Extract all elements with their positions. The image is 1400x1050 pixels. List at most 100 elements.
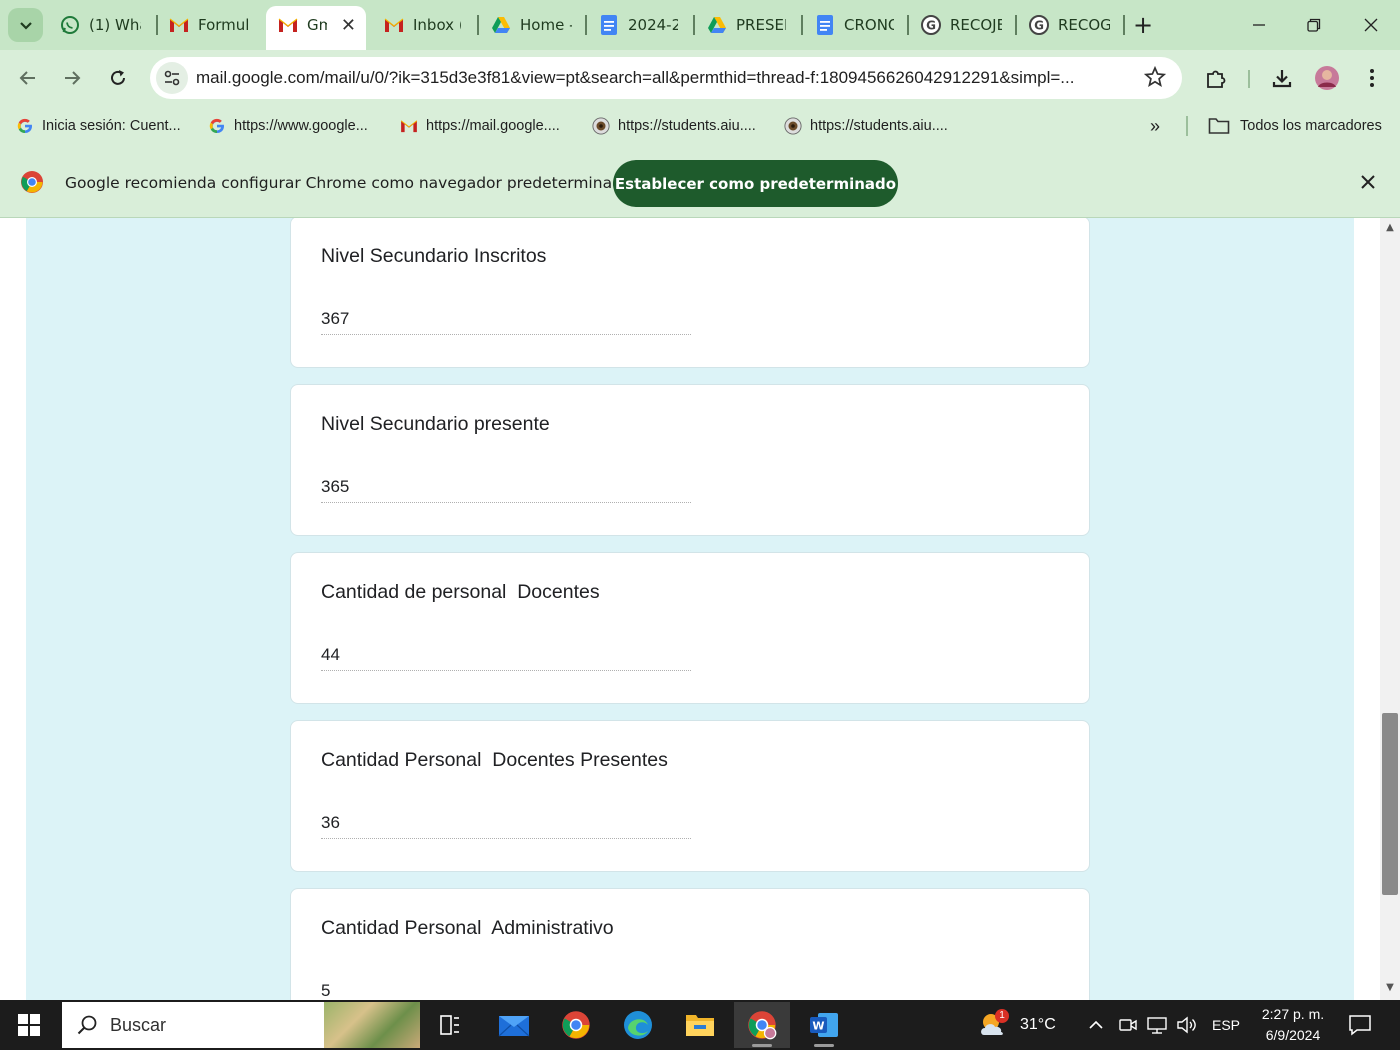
notification-icon xyxy=(1349,1015,1371,1036)
back-button[interactable] xyxy=(10,60,46,96)
tab-presente[interactable]: PRESENTE xyxy=(695,8,801,42)
close-icon xyxy=(1361,175,1375,189)
tab-label: Home - xyxy=(520,16,572,34)
form-question-card: Nivel Secundario Inscritos 367 xyxy=(290,218,1090,368)
task-view-button[interactable] xyxy=(422,1002,478,1048)
question-title: Cantidad Personal Administrativo xyxy=(321,917,614,939)
taskbar-chrome[interactable] xyxy=(548,1002,604,1048)
gmail-icon xyxy=(384,15,404,35)
downloads-button[interactable] xyxy=(1266,62,1298,94)
profile-avatar[interactable] xyxy=(1311,62,1343,94)
scroll-down-icon[interactable]: ▼ xyxy=(1384,982,1396,994)
docs-icon xyxy=(815,15,835,35)
bookmark-item[interactable]: https://students.aiu.... xyxy=(592,114,756,138)
tab-search-button[interactable] xyxy=(8,8,43,42)
question-title: Nivel Secundario presente xyxy=(321,413,550,435)
scrollbar-thumb[interactable] xyxy=(1382,713,1398,895)
clock-time: 2:27 p. m. xyxy=(1261,1006,1325,1022)
tab-label: PRESENTE xyxy=(736,16,786,34)
answer-value: 5 xyxy=(321,981,331,1000)
system-clock[interactable]: 2:27 p. m. 6/9/2024 xyxy=(1248,1004,1338,1046)
forward-button[interactable] xyxy=(54,60,90,96)
taskbar-search[interactable]: Buscar xyxy=(62,1002,420,1048)
close-tab-icon[interactable]: ✕ xyxy=(341,15,356,36)
svg-text:G: G xyxy=(1034,19,1044,33)
bookmarks-divider xyxy=(1186,116,1188,136)
tab-cronograma[interactable]: CRONOGRAMA xyxy=(803,8,907,42)
tab-inbox[interactable]: Inbox ( xyxy=(372,8,476,42)
tab-home-drive[interactable]: Home - xyxy=(479,8,585,42)
restore-button[interactable] xyxy=(1289,8,1339,42)
chevron-down-icon xyxy=(19,22,32,30)
tab-recoje[interactable]: G RECOJE xyxy=(909,8,1015,42)
kebab-menu-icon xyxy=(1370,69,1374,87)
language-indicator[interactable]: ESP xyxy=(1212,1017,1240,1033)
site-info-icon[interactable] xyxy=(156,62,188,94)
weather-badge: 1 xyxy=(995,1009,1009,1023)
bookmark-item[interactable]: https://students.aiu.... xyxy=(784,114,948,138)
bookmark-item[interactable]: https://www.google... xyxy=(208,114,368,138)
set-default-button[interactable]: Establecer como predeterminado xyxy=(613,160,898,207)
notifications-button[interactable] xyxy=(1348,1013,1372,1041)
volume-icon[interactable] xyxy=(1176,1015,1198,1039)
tab-docs-2024[interactable]: 2024-2025 xyxy=(587,8,693,42)
reload-icon xyxy=(111,70,125,85)
task-view-icon xyxy=(440,1015,459,1035)
new-tab-button[interactable]: + xyxy=(1128,10,1158,40)
extensions-button[interactable] xyxy=(1200,62,1232,94)
bookmark-item[interactable]: Inicia sesión: Cuent... xyxy=(16,114,181,138)
clock-date: 6/9/2024 xyxy=(1265,1027,1321,1043)
minimize-button[interactable] xyxy=(1234,8,1284,42)
bookmark-label: https://mail.google.... xyxy=(426,118,560,134)
tab-gmail-active[interactable]: Gmail ✕ xyxy=(266,6,366,50)
taskbar-word[interactable]: W xyxy=(796,1002,852,1048)
bookmark-label: https://students.aiu.... xyxy=(810,118,948,134)
google-icon xyxy=(16,117,34,135)
tab-separator xyxy=(1123,15,1125,35)
start-button[interactable] xyxy=(18,1014,40,1036)
star-icon[interactable] xyxy=(1143,65,1167,92)
taskbar-chrome-active[interactable] xyxy=(734,1002,790,1048)
browser-toolbar: mail.google.com/mail/u/0/?ik=315d3e3f81&… xyxy=(0,50,1400,106)
taskbar-mail[interactable] xyxy=(486,1002,542,1048)
edge-icon xyxy=(624,1011,652,1039)
tab-formulario[interactable]: Formulario xyxy=(157,8,265,42)
bookmark-item[interactable]: https://mail.google.... xyxy=(400,114,560,138)
taskbar-edge[interactable] xyxy=(610,1002,666,1048)
page-scrollbar[interactable]: ▲ ▼ xyxy=(1380,218,1400,1000)
answer-value: 367 xyxy=(321,309,691,335)
tab-label: Inbox ( xyxy=(413,16,461,34)
form-question-card: Cantidad Personal Administrativo 5 xyxy=(290,888,1090,1000)
weather-temp: 31°C xyxy=(1020,1016,1056,1033)
close-infobar-button[interactable] xyxy=(1354,168,1382,196)
address-bar[interactable]: mail.google.com/mail/u/0/?ik=315d3e3f81&… xyxy=(150,57,1182,99)
form-question-card: Cantidad Personal Docentes Presentes 36 xyxy=(290,720,1090,872)
form-question-card: Nivel Secundario presente 365 xyxy=(290,384,1090,536)
more-bookmarks-button[interactable]: » xyxy=(1150,114,1160,138)
folder-label: Todos los marcadores xyxy=(1240,118,1382,134)
page-viewport: Nivel Secundario Inscritos 367 Nivel Sec… xyxy=(0,218,1380,1000)
search-highlight-image xyxy=(324,1002,420,1048)
taskbar-file-explorer[interactable] xyxy=(672,1002,728,1048)
reload-button[interactable] xyxy=(100,60,136,96)
meet-now-icon[interactable] xyxy=(1118,1015,1138,1039)
scroll-up-icon[interactable]: ▲ xyxy=(1384,222,1396,234)
show-hidden-icons[interactable] xyxy=(1088,1017,1104,1037)
tab-whatsapp[interactable]: (1) Whatsapp xyxy=(48,8,156,42)
chrome-logo-icon xyxy=(20,170,44,198)
download-icon xyxy=(1272,70,1292,88)
arrow-left-icon xyxy=(19,71,35,85)
close-window-button[interactable] xyxy=(1346,8,1396,42)
all-bookmarks-folder[interactable]: Todos los marcadores xyxy=(1208,114,1382,138)
weather-widget[interactable]: 1 xyxy=(978,1009,1012,1041)
chrome-menu-button[interactable] xyxy=(1356,62,1388,94)
tab-recoge[interactable]: G RECOGE xyxy=(1017,8,1123,42)
network-icon[interactable] xyxy=(1146,1015,1168,1039)
avatar-icon xyxy=(1315,66,1339,90)
bookmark-label: Inicia sesión: Cuent... xyxy=(42,118,181,134)
google-icon: G xyxy=(1029,15,1049,35)
drive-icon xyxy=(707,15,727,35)
docs-icon xyxy=(599,15,619,35)
url-text[interactable]: mail.google.com/mail/u/0/?ik=315d3e3f81&… xyxy=(196,68,1126,88)
plus-icon: + xyxy=(1132,11,1154,39)
